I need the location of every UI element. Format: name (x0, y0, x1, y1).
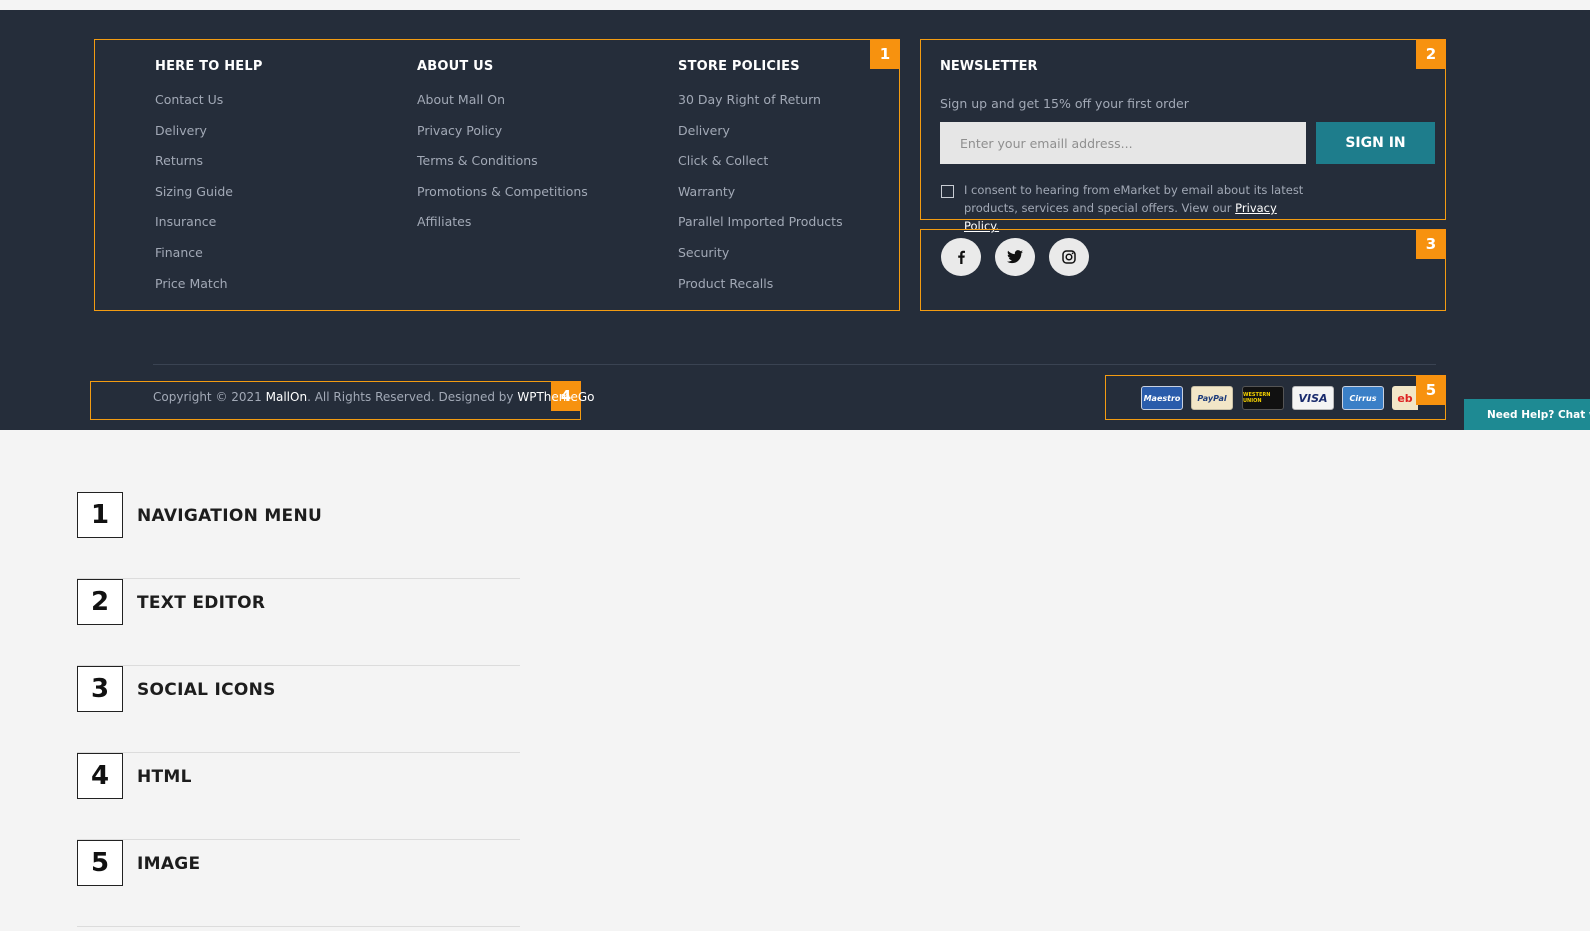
top-strip (0, 0, 1590, 10)
footer-link[interactable]: Contact Us (155, 93, 263, 124)
column-title: ABOUT US (417, 59, 494, 74)
footer-link[interactable]: Security (678, 246, 843, 277)
instagram-icon[interactable] (1049, 238, 1089, 276)
footer-column-about: ABOUT US About Mall On Privacy Policy Te… (417, 59, 588, 246)
cirrus-card-icon: Cirrus (1342, 386, 1384, 410)
section-marker-5: 5 (1416, 375, 1446, 405)
legend-item-html: 4 HTML (77, 753, 520, 840)
column-title: STORE POLICIES (678, 59, 800, 74)
footer-link[interactable]: Warranty (678, 184, 843, 216)
footer-link[interactable]: Insurance (155, 215, 263, 246)
consent-text: I consent to hearing from eMarket by ema… (964, 181, 1304, 235)
footer-link[interactable]: Promotions & Competitions (417, 184, 588, 216)
legend-label: TEXT EDITOR (137, 593, 266, 613)
newsletter-email-input[interactable] (940, 122, 1306, 164)
column-links: 30 Day Right of Return Delivery Click & … (678, 93, 843, 307)
footer-column-help: HERE TO HELP Contact Us Delivery Returns… (155, 59, 263, 307)
footer-link[interactable]: Finance (155, 246, 263, 277)
copyright-text: Copyright © 2021 MallOn. All Rights Rese… (153, 390, 594, 404)
maestro-card-icon: Maestro (1141, 386, 1183, 410)
consent-checkbox[interactable] (941, 185, 954, 198)
legend-number: 1 (77, 492, 123, 538)
legend-label: HTML (137, 767, 192, 787)
western-union-card-icon: WESTERN UNION (1242, 386, 1284, 410)
ebay-card-icon: eb (1392, 386, 1418, 410)
newsletter-title: NEWSLETTER (940, 59, 1038, 74)
designer-link[interactable]: WPThemeGo (517, 390, 594, 404)
sign-in-button[interactable]: SIGN IN (1316, 122, 1435, 164)
facebook-icon[interactable] (941, 238, 981, 276)
legend-item-text-editor: 2 TEXT EDITOR (77, 579, 520, 666)
section-marker-1: 1 (870, 39, 900, 69)
brand-link[interactable]: MallOn (266, 390, 307, 404)
footer-link[interactable]: Delivery (155, 123, 263, 155)
chat-widget-button[interactable]: Need Help? Chat w (1464, 399, 1590, 430)
chat-label: Need Help? Chat w (1487, 408, 1590, 421)
column-links: About Mall On Privacy Policy Terms & Con… (417, 93, 588, 246)
footer-link[interactable]: Returns (155, 154, 263, 185)
visa-card-icon: VISA (1292, 386, 1334, 410)
footer-link[interactable]: Privacy Policy (417, 123, 588, 155)
legend-number: 5 (77, 840, 123, 886)
column-links: Contact Us Delivery Returns Sizing Guide… (155, 93, 263, 307)
footer-link[interactable]: Terms & Conditions (417, 154, 588, 185)
section-box-social (920, 229, 1446, 311)
legend-item-image: 5 IMAGE (77, 840, 520, 927)
paypal-card-icon: PayPal (1191, 386, 1233, 410)
column-title: HERE TO HELP (155, 59, 263, 74)
footer-link[interactable]: Price Match (155, 276, 263, 308)
legend-number: 2 (77, 579, 123, 625)
footer-divider (153, 364, 1436, 365)
footer-column-policies: STORE POLICIES 30 Day Right of Return De… (678, 59, 843, 307)
footer-link[interactable]: Delivery (678, 123, 843, 155)
legend-label: SOCIAL ICONS (137, 680, 276, 700)
legend-label: NAVIGATION MENU (137, 506, 323, 526)
legend-item-social-icons: 3 SOCIAL ICONS (77, 666, 520, 753)
footer-link[interactable]: Click & Collect (678, 154, 843, 185)
footer-link[interactable]: Sizing Guide (155, 184, 263, 216)
twitter-icon[interactable] (995, 238, 1035, 276)
copyright-prefix: Copyright © 2021 (153, 390, 262, 404)
section-marker-3: 3 (1416, 229, 1446, 259)
legend-label: IMAGE (137, 854, 201, 874)
footer-link[interactable]: Parallel Imported Products (678, 215, 843, 246)
section-marker-2: 2 (1416, 39, 1446, 69)
footer-link[interactable]: Affiliates (417, 215, 588, 246)
footer-link[interactable]: About Mall On (417, 93, 588, 124)
newsletter-subtitle: Sign up and get 15% off your first order (940, 96, 1189, 111)
footer-link[interactable]: 30 Day Right of Return (678, 93, 843, 124)
footer-link[interactable]: Product Recalls (678, 276, 843, 308)
legend-number: 4 (77, 753, 123, 799)
copyright-middle: . All Rights Reserved. Designed by (307, 390, 514, 404)
legend-number: 3 (77, 666, 123, 712)
legend-item-navigation-menu: 1 NAVIGATION MENU (77, 492, 520, 579)
